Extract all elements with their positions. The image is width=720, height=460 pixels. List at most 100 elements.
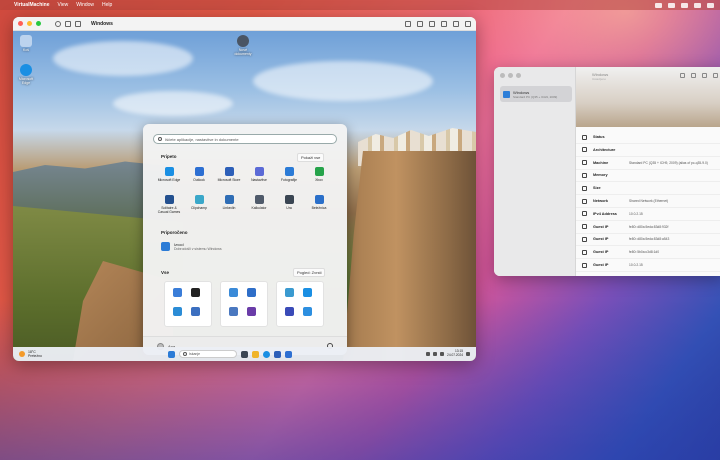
control-center-icon[interactable] <box>707 2 714 8</box>
row-icon <box>582 185 587 191</box>
info-key: IPv4 Address <box>593 211 617 216</box>
windows-start-icon[interactable] <box>168 350 175 358</box>
menu-help[interactable]: Help <box>102 2 112 8</box>
start-search-input[interactable]: Iščete aplikacije, nastavitve in dokumen… <box>153 134 337 144</box>
app-icon <box>254 195 264 204</box>
app-folder[interactable] <box>164 281 212 327</box>
recommended-item[interactable]: Izvod Dobrodošli v sistemu Windows <box>161 242 222 251</box>
row-icon <box>582 172 587 178</box>
pinned-app[interactable]: Microsoft Store <box>217 167 241 182</box>
view-mode-button[interactable]: Pogled: Zvrsti <box>293 268 326 277</box>
notification-icon[interactable] <box>466 352 470 356</box>
battery-icon[interactable] <box>694 2 701 8</box>
menu-window[interactable]: Window <box>76 2 94 8</box>
minimize-button[interactable] <box>508 73 513 78</box>
volume-icon[interactable] <box>440 352 445 356</box>
app-label: Fotografije <box>280 178 298 182</box>
zoom-button[interactable] <box>36 21 41 26</box>
app-icon <box>190 306 200 316</box>
info-value: 10.0.2.15 <box>629 211 643 216</box>
chevron-up-icon[interactable] <box>426 352 431 356</box>
power-icon[interactable] <box>55 20 61 27</box>
app-label: Microsoft Edge <box>157 178 181 182</box>
folder-icon[interactable] <box>453 20 459 27</box>
window-icon[interactable] <box>465 20 471 27</box>
back-icon[interactable] <box>75 20 81 27</box>
wifi-icon[interactable] <box>681 2 688 8</box>
vm-state: Ustavljeno <box>592 77 607 81</box>
weather-widget[interactable]: 18°C Pretežno <box>19 350 42 358</box>
pinned-app[interactable]: Xbox <box>307 167 331 182</box>
vm-titlebar: Windows <box>13 17 476 31</box>
info-row: Size <box>576 182 720 196</box>
display-icon[interactable] <box>405 20 411 27</box>
vm-title: Windows <box>91 20 113 27</box>
store-icon[interactable] <box>274 350 281 358</box>
share-icon[interactable] <box>691 73 696 78</box>
vm-preview: Windows Ustavljeno <box>576 67 720 127</box>
app-icon <box>254 167 264 176</box>
close-button[interactable] <box>18 21 23 26</box>
recycle-bin-icon[interactable]: Koš <box>16 35 36 52</box>
menu-view[interactable]: View <box>57 2 68 8</box>
status-icon[interactable] <box>655 2 662 8</box>
pinned-app[interactable]: Fotografije <box>277 167 301 182</box>
info-row: Machine Standard PC (Q35 + ICH9, 2009) (a… <box>576 157 720 170</box>
recommended-heading: Priporočeno <box>161 230 188 235</box>
search-icon <box>183 352 187 356</box>
documents-desktop-icon[interactable]: Nové dokumenty <box>233 35 253 56</box>
pinned-heading: Pripeto <box>161 154 177 159</box>
pinned-app[interactable]: Kalkulator <box>247 195 271 210</box>
zoom-button[interactable] <box>516 73 521 78</box>
app-label: Ura <box>286 206 292 210</box>
app-label: Clipchamp <box>190 206 208 210</box>
vm-details: Windows Ustavljeno Status Architecture Mac… <box>576 67 720 276</box>
edge-desktop-icon[interactable]: Microsoft Edge <box>16 64 36 85</box>
app-label: Solitaire & Casual Games <box>157 206 181 214</box>
task-view-icon[interactable] <box>241 350 248 358</box>
menu-app-name[interactable]: VirtualMachine <box>14 2 49 8</box>
usb-icon[interactable] <box>429 20 435 27</box>
close-button[interactable] <box>500 73 505 78</box>
info-value: fe80::d80a:5eda:83d8:a543 <box>629 237 670 242</box>
info-row: Guest IP fe80::d80a:5eda:83d8:932f <box>576 221 720 234</box>
settings-icon[interactable] <box>702 73 707 78</box>
taskbar-search[interactable]: Iskanje <box>179 350 237 358</box>
edge-icon[interactable] <box>263 350 270 358</box>
app-label: Kalkulator <box>251 206 267 210</box>
minimize-button[interactable] <box>27 21 32 26</box>
app-icon <box>314 167 324 176</box>
pause-icon[interactable] <box>65 20 71 27</box>
pinned-app[interactable]: Beležnica <box>307 195 331 210</box>
app-folder[interactable] <box>220 281 268 327</box>
outlook-icon[interactable] <box>285 350 292 358</box>
app-icon <box>284 195 294 204</box>
play-icon[interactable] <box>680 73 685 78</box>
info-key: Guest IP <box>593 263 609 267</box>
pinned-app[interactable]: Microsoft Edge <box>157 167 181 182</box>
vm-list-item[interactable]: Windows Standard PC (Q35 + ICH9, 2009) <box>500 86 572 102</box>
add-icon[interactable] <box>713 73 718 78</box>
info-row: IPv4 Address 10.0.2.15 <box>576 208 720 221</box>
pinned-app[interactable]: Ura <box>277 195 301 210</box>
share-icon[interactable] <box>441 20 447 27</box>
status-icon[interactable] <box>668 2 675 8</box>
pinned-app[interactable]: Nastavitve <box>247 167 271 182</box>
show-all-button[interactable]: Pokaži vse <box>297 153 325 162</box>
info-row: Status <box>576 131 720 144</box>
pinned-app[interactable]: Solitaire & Casual Games <box>157 195 181 214</box>
pinned-app[interactable]: Clipchamp <box>187 195 211 210</box>
clock[interactable]: 13:15 24.07.2024 <box>447 350 463 357</box>
network-icon[interactable] <box>433 352 438 356</box>
info-value: fe80::5b0a:c3d8:1d0 <box>629 250 660 255</box>
app-icon <box>164 195 174 204</box>
pinned-app[interactable]: LinkedIn <box>217 195 241 210</box>
keyboard-icon[interactable] <box>417 20 423 27</box>
info-value: fe80::d80a:5eda:83d8:932f <box>629 224 669 229</box>
row-icon <box>582 134 587 140</box>
file-explorer-icon[interactable] <box>252 350 259 358</box>
app-folder[interactable] <box>276 281 324 327</box>
info-row: Guest IP fe80::5b0a:c3d8:1d0 <box>576 246 720 260</box>
pinned-app[interactable]: Outlook <box>187 167 211 182</box>
app-icon <box>285 306 294 316</box>
